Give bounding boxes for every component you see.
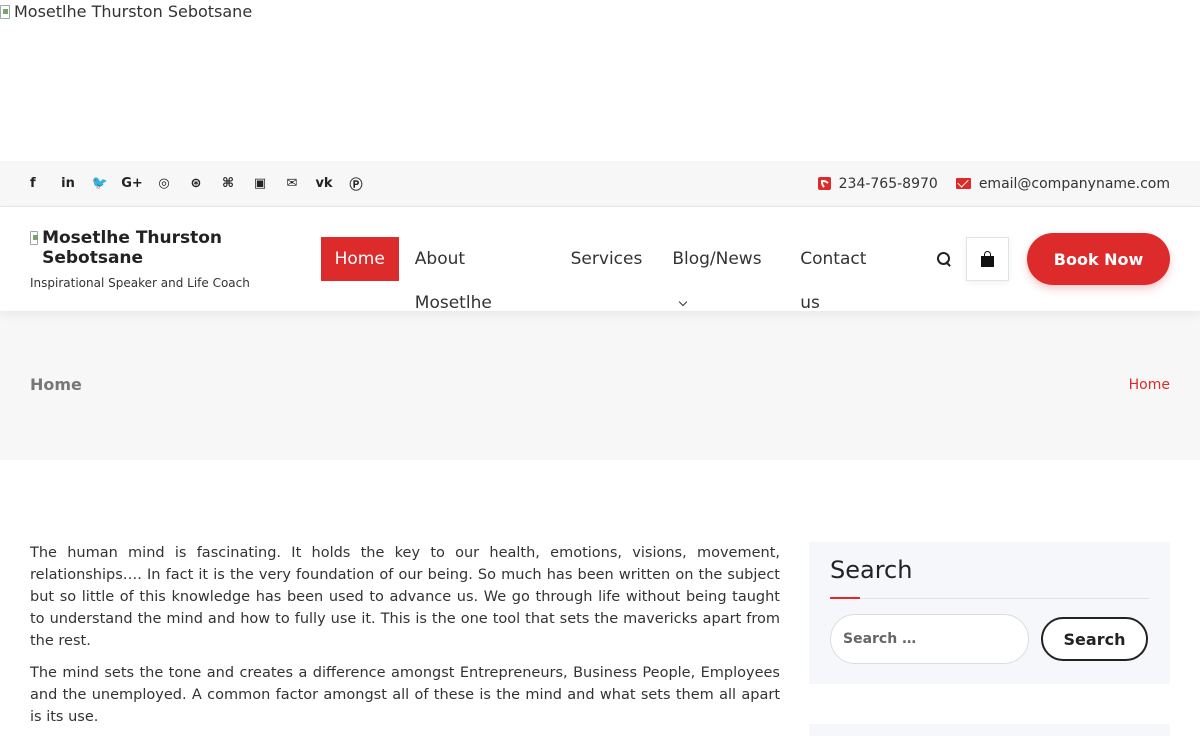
nav-blog-label: Blog/News [672, 249, 762, 269]
nav-blog[interactable]: Blog/News [657, 237, 785, 307]
hero-image: Mosetlhe Thurston Sebotsane [0, 0, 1200, 161]
cart-button[interactable] [966, 237, 1010, 281]
nav-contact[interactable]: Contact us [785, 237, 902, 313]
logo-alt-text: Mosetlhe Thurston Sebotsane [42, 228, 223, 268]
foursquare-icon[interactable]: ▣ [244, 176, 276, 191]
site-tagline: Inspirational Speaker and Life Coach [30, 276, 250, 290]
search-form: Search [830, 614, 1149, 664]
social-links: f in 🐦 G+ ◎ ⊛ ⌘ ▣ ✉ vk Ⓟ [30, 174, 372, 193]
phone-link[interactable]: 234-765-8970 [817, 175, 938, 192]
hero-image-alt: Mosetlhe Thurston Sebotsane [0, 2, 252, 21]
main-nav: Home About Mosetlhe Services Blog/News C… [320, 237, 902, 313]
search-widget-title: Search [830, 556, 913, 584]
article: The human mind is fascinating. It holds … [30, 542, 780, 738]
article-paragraph-1: The human mind is fascinating. It holds … [30, 545, 780, 649]
site-logo[interactable]: Mosetlhe Thurston Sebotsane Inspirationa… [30, 228, 321, 290]
hero-image-alt-text: Mosetlhe Thurston Sebotsane [14, 2, 253, 21]
article-paragraph-2: The mind sets the tone and creates a dif… [30, 665, 780, 725]
search-widget: Search Search [809, 542, 1170, 684]
envelope-icon [955, 178, 971, 189]
nav-services[interactable]: Services [556, 237, 658, 281]
search-icon[interactable] [936, 251, 952, 267]
phone-icon [817, 177, 831, 190]
breadcrumb[interactable]: Home [1129, 377, 1170, 393]
email-address: email@companyname.com [978, 175, 1170, 192]
linkedin-icon[interactable]: in [52, 176, 84, 191]
github-icon[interactable]: ⌘ [212, 176, 244, 191]
facebook-icon[interactable]: f [30, 176, 38, 191]
shopping-bag-icon [981, 250, 995, 267]
google-plus-icon[interactable]: G+ [116, 176, 148, 191]
broken-image-icon [0, 4, 10, 19]
pinterest-icon[interactable]: Ⓟ [340, 174, 372, 193]
mail-icon[interactable]: ✉ [276, 176, 308, 191]
search-button[interactable]: Search [1041, 617, 1148, 661]
page-title: Home [30, 375, 82, 394]
contact-info: 234-765-8970 email@companyname.com [817, 175, 1170, 192]
top-bar: f in 🐦 G+ ◎ ⊛ ⌘ ▣ ✉ vk Ⓟ 234-765-8970 em… [0, 161, 1200, 207]
nav-home[interactable]: Home [320, 237, 399, 281]
instagram-icon[interactable]: ◎ [148, 176, 180, 191]
chevron-down-icon [679, 297, 688, 307]
vk-icon[interactable]: vk [308, 176, 340, 191]
dribbble-icon[interactable]: ⊛ [180, 176, 212, 191]
book-now-button[interactable]: Book Now [1027, 233, 1170, 285]
sidebar: Search Search [809, 542, 1170, 738]
widget-divider [830, 597, 1149, 599]
next-widget [809, 724, 1170, 736]
search-input[interactable] [830, 614, 1029, 664]
email-link[interactable]: email@companyname.com [955, 175, 1170, 192]
main-content: The human mind is fascinating. It holds … [0, 460, 1200, 738]
logo-alt: Mosetlhe Thurston Sebotsane [30, 228, 260, 268]
page-title-band: Home Home [0, 309, 1200, 460]
site-header: Mosetlhe Thurston Sebotsane Inspirationa… [0, 207, 1200, 313]
nav-about[interactable]: About Mosetlhe [400, 237, 556, 313]
broken-image-icon [30, 231, 39, 245]
twitter-icon[interactable]: 🐦 [84, 176, 116, 191]
phone-number: 234-765-8970 [838, 175, 938, 192]
